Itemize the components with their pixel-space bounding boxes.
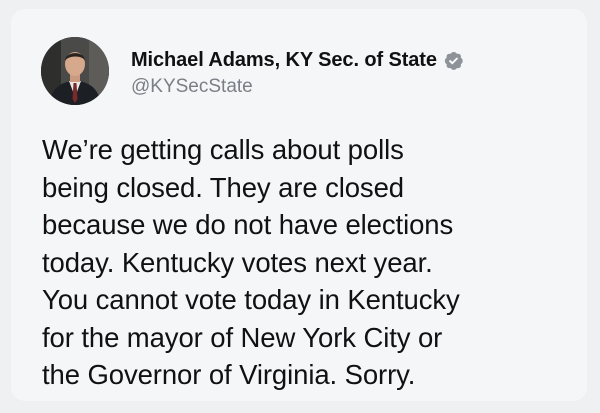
- tweet-text: We’re getting calls about polls being cl…: [42, 131, 582, 394]
- author-name-row: Michael Adams, KY Sec. of State: [131, 49, 464, 72]
- tweet-line: today. Kentucky votes next year.: [42, 246, 433, 278]
- verified-badge-icon: [443, 50, 464, 71]
- tweet-line: the Governor of Virginia. Sorry.: [42, 359, 416, 390]
- tweet-line: being closed. They are closed: [42, 171, 404, 203]
- tweet-card: Michael Adams, KY Sec. of State @KYSecSt…: [11, 9, 587, 401]
- avatar[interactable]: [41, 37, 109, 105]
- tweet-line: for the mayor of New York City or: [42, 321, 443, 353]
- tweet-line: We’re getting calls about polls: [42, 134, 404, 165]
- author-display-name[interactable]: Michael Adams, KY Sec. of State: [131, 49, 437, 72]
- author-handle[interactable]: @KYSecState: [131, 76, 253, 98]
- tweet-line: You cannot vote today in Kentucky: [42, 284, 460, 315]
- person-avatar-icon: [41, 37, 109, 105]
- tweet-line: because we do not have elections: [42, 209, 454, 240]
